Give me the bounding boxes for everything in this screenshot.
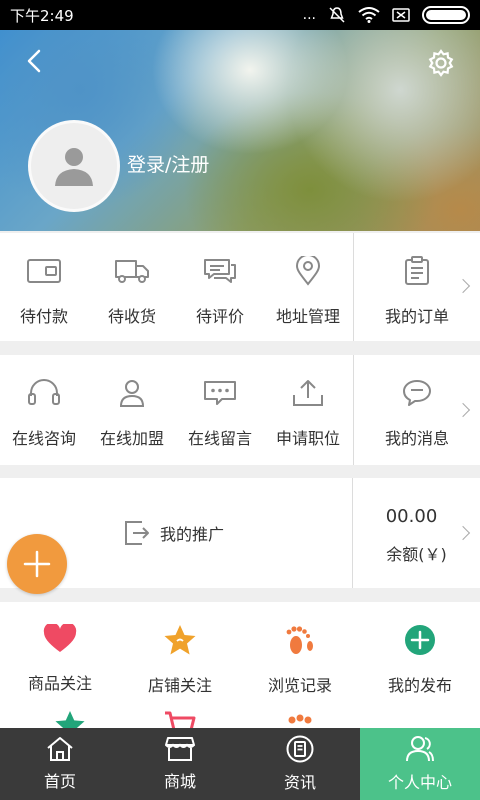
tab-home[interactable]: 首页 [0,728,120,800]
profile-header: 登录/注册 [0,30,480,231]
online-message-label: 在线留言 [187,429,252,448]
my-orders-label: 我的订单 [384,307,449,326]
battery-icon [422,6,470,24]
online-consult-button[interactable]: 在线咨询 [0,375,88,449]
online-join-label: 在线加盟 [99,429,164,448]
online-message-button[interactable]: 在线留言 [176,375,264,449]
avatar[interactable] [28,120,120,212]
mute-bell-icon [329,7,345,23]
tab-mall-label: 商城 [163,772,196,791]
plus-circle-icon [405,625,435,655]
tab-home-label: 首页 [43,772,76,791]
sim-icon [392,8,410,22]
product-follow-button[interactable]: 商品关注 [0,624,120,696]
message-dots-icon [204,381,236,405]
cart-icon [165,711,196,728]
back-icon[interactable] [20,46,50,76]
orders-section: 待付款 待收货 待评价 地址管理 我的订单 [0,233,480,341]
pending-review-button[interactable]: 待评价 [176,253,264,327]
speech-bubble-icon [403,380,431,406]
pending-payment-button[interactable]: 待付款 [0,253,88,327]
bottom-tab-bar: 首页 商城 资讯 个人中心 [0,728,480,800]
pending-delivery-label: 待收货 [107,307,156,326]
online-join-button[interactable]: 在线加盟 [88,375,176,449]
pending-review-label: 待评价 [195,307,244,326]
plus-icon [23,550,51,578]
address-management-label: 地址管理 [275,307,340,326]
truck-icon [115,260,149,283]
wallet-icon [27,259,61,283]
floating-add-button[interactable] [7,534,67,594]
address-management-button[interactable]: 地址管理 [264,253,352,327]
my-promotion-button[interactable]: 我的推广 [124,520,224,546]
group-icon [288,714,312,724]
my-messages-label: 我的消息 [384,429,449,448]
export-icon [125,521,149,545]
user-icon [406,736,434,762]
default-avatar-icon [55,148,93,186]
store-icon [165,737,195,761]
status-time: 下午2:49 [10,6,74,25]
product-follow-label: 商品关注 [27,674,92,693]
online-consult-label: 在线咨询 [11,429,76,448]
pending-payment-label: 待付款 [19,307,68,326]
browse-history-label: 浏览记录 [267,676,332,695]
footprints-icon [286,626,313,654]
store-follow-button[interactable]: 店铺关注 [120,624,240,696]
my-promotion-label: 我的推广 [160,525,225,544]
gear-icon[interactable] [426,48,456,78]
apply-position-label: 申请职位 [275,429,340,448]
clipboard-icon [405,256,429,285]
browse-history-button[interactable]: 浏览记录 [240,624,360,696]
balance-value: 00.00 [385,506,438,527]
promo-section: 我的推广 00.00 余额(￥) [0,478,480,588]
tab-news[interactable]: 资讯 [240,728,360,800]
star-icon [164,625,196,655]
status-bar: 下午2:49 ... [0,0,480,30]
my-posts-label: 我的发布 [387,676,452,695]
status-dots: ... [302,7,316,23]
apply-position-button[interactable]: 申请职位 [264,375,352,449]
heart-icon [43,624,77,652]
location-pin-icon [295,256,321,286]
news-icon [286,735,314,763]
headset-icon [28,379,60,405]
star-icon [55,710,85,728]
home-icon [47,737,73,761]
tab-news-label: 资讯 [283,773,316,792]
chat-icon [204,259,236,283]
favorites-section: 商品关注 店铺关注 浏览记录 我的发布 [0,602,480,728]
services-section: 在线咨询 在线加盟 在线留言 申请职位 我的消息 [0,355,480,465]
person-icon [119,380,145,407]
my-posts-button[interactable]: 我的发布 [360,624,480,696]
tab-profile[interactable]: 个人中心 [360,728,480,800]
tab-mall[interactable]: 商城 [120,728,240,800]
login-register-link[interactable]: 登录/注册 [127,150,209,177]
tab-profile-label: 个人中心 [387,773,452,792]
pending-delivery-button[interactable]: 待收货 [88,253,176,327]
wifi-icon [358,7,380,23]
store-follow-label: 店铺关注 [147,676,212,695]
balance-label: 余额(￥) [386,545,447,564]
upload-icon [293,380,323,406]
